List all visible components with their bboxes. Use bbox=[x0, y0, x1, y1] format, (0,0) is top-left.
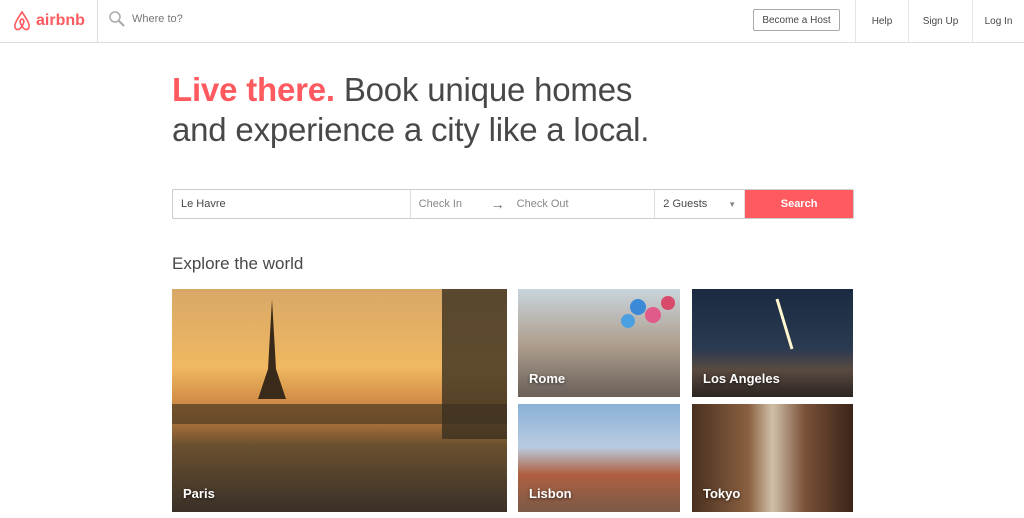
caret-down-icon: ▼ bbox=[728, 199, 737, 209]
city-tile-rome[interactable]: Rome bbox=[518, 289, 680, 397]
search-button[interactable]: Search bbox=[745, 190, 853, 218]
check-out-input[interactable]: Check Out bbox=[517, 198, 569, 210]
search-icon bbox=[109, 11, 125, 27]
where-to-search[interactable]: Where to? bbox=[108, 10, 183, 28]
city-tile-paris[interactable]: Paris bbox=[172, 289, 507, 512]
city-name: Rome bbox=[529, 371, 566, 386]
logo-text: airbnb bbox=[36, 12, 85, 29]
airbnb-belo-icon bbox=[14, 10, 30, 31]
city-name: Paris bbox=[183, 486, 215, 501]
guests-value: 2 Guests bbox=[663, 198, 708, 210]
log-in-link[interactable]: Log In bbox=[972, 0, 1024, 42]
search-bar: Le Havre Check In → Check Out 2 Guests ▼… bbox=[172, 189, 854, 219]
search-placeholder: Where to? bbox=[132, 13, 183, 25]
city-name: Lisbon bbox=[529, 486, 572, 501]
eiffel-tower-image bbox=[172, 289, 507, 439]
become-host-button[interactable]: Become a Host bbox=[753, 9, 840, 31]
help-link[interactable]: Help bbox=[855, 0, 908, 42]
top-nav: airbnb Where to? Become a Host Help Sign… bbox=[0, 0, 1024, 43]
city-tile-tokyo[interactable]: Tokyo bbox=[692, 404, 853, 512]
date-range[interactable]: Check In → Check Out bbox=[411, 190, 656, 218]
city-name: Tokyo bbox=[703, 486, 741, 501]
guests-select[interactable]: 2 Guests ▼ bbox=[655, 190, 746, 218]
location-input[interactable]: Le Havre bbox=[173, 190, 411, 218]
sign-up-link[interactable]: Sign Up bbox=[908, 0, 972, 42]
hero-headline: Live there. Book unique homes and experie… bbox=[172, 70, 649, 150]
city-name: Los Angeles bbox=[703, 371, 780, 386]
airbnb-logo[interactable]: airbnb bbox=[0, 0, 98, 42]
city-tile-los-angeles[interactable]: Los Angeles bbox=[692, 289, 853, 397]
city-tile-lisbon[interactable]: Lisbon bbox=[518, 404, 680, 512]
explore-title: Explore the world bbox=[172, 254, 304, 273]
headline-line2: and experience a city like a local. bbox=[172, 111, 650, 148]
headline-highlight: Live there. bbox=[172, 71, 335, 108]
headline-line1: Book unique homes bbox=[334, 71, 633, 108]
arrow-right-icon: → bbox=[490, 196, 505, 212]
check-in-input[interactable]: Check In bbox=[419, 198, 491, 210]
